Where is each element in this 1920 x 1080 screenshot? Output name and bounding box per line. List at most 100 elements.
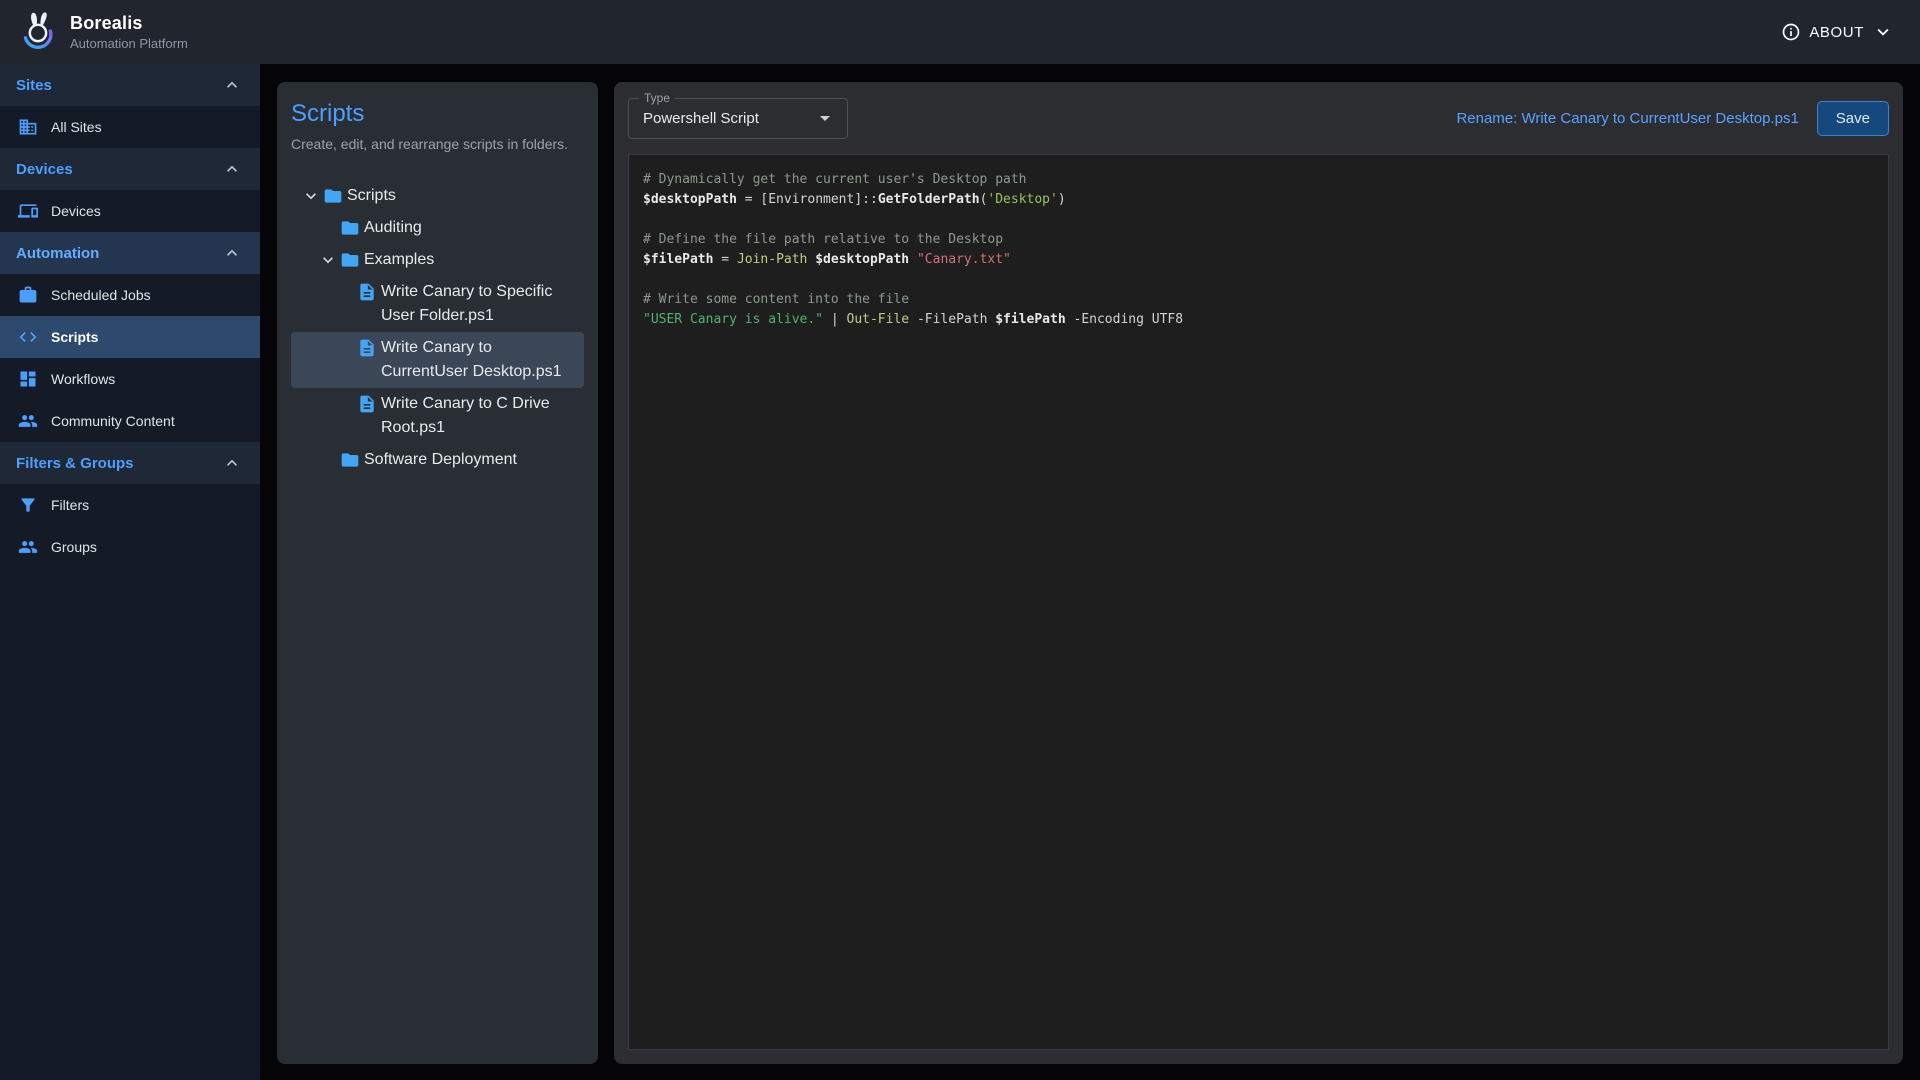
code-editor[interactable]: # Dynamically get the current user's Des…	[628, 154, 1889, 1050]
editor-panel: Type Powershell Script Rename: Write Can…	[614, 82, 1903, 1064]
chevron-down-icon	[1872, 21, 1894, 43]
sidebar-item-community-content[interactable]: Community Content	[0, 400, 260, 442]
info-icon	[1781, 22, 1801, 42]
tree-item-label: Auditing	[364, 216, 422, 240]
chevron-down-icon	[318, 250, 338, 270]
file-icon-wrap	[355, 280, 381, 302]
tree-item-label: Write Canary to CurrentUser Desktop.ps1	[381, 336, 580, 384]
tree-file-write-canary-to-specific-user-folder-ps1[interactable]: Write Canary to Specific User Folder.ps1	[291, 276, 584, 332]
folder-icon	[340, 250, 360, 270]
scheduled-jobs-icon	[18, 285, 38, 305]
tree-folder-examples[interactable]: Examples	[291, 244, 584, 276]
sidebar-item-all-sites[interactable]: All Sites	[0, 106, 260, 148]
tree-item-label: Write Canary to C Drive Root.ps1	[381, 392, 580, 440]
tree-indent	[295, 184, 321, 206]
sidebar-item-label: Devices	[51, 203, 101, 219]
sidebar-item-label: Filters	[51, 497, 89, 513]
all-sites-icon	[18, 117, 38, 137]
file-icon-wrap	[355, 336, 381, 358]
scripts-explorer-panel: Scripts Create, edit, and rearrange scri…	[277, 82, 598, 1064]
chevron-up-icon	[222, 243, 242, 263]
scripts-tree: Scripts Auditing Examples Write Canary to S…	[291, 180, 584, 476]
chevron-down-icon	[301, 186, 321, 206]
rename-link[interactable]: Rename: Write Canary to CurrentUser Desk…	[1456, 110, 1798, 127]
sidebar-item-label: Scheduled Jobs	[51, 287, 151, 303]
sidebar-item-groups[interactable]: Groups	[0, 526, 260, 568]
tree-file-write-canary-to-currentuser-desktop-ps1[interactable]: Write Canary to CurrentUser Desktop.ps1	[291, 332, 584, 388]
folder-icon	[340, 218, 360, 238]
tree-item-label: Write Canary to Specific User Folder.ps1	[381, 280, 580, 328]
borealis-logo-icon	[14, 9, 60, 55]
tree-folder-software-deployment[interactable]: Software Deployment	[291, 444, 584, 476]
folder-icon-wrap	[321, 184, 347, 206]
tree-item-label: Software Deployment	[364, 448, 517, 472]
sidebar-item-label: Groups	[51, 539, 97, 555]
chevron-up-icon	[222, 159, 242, 179]
explorer-subtitle: Create, edit, and rearrange scripts in f…	[291, 136, 584, 152]
sidebar-item-scheduled-jobs[interactable]: Scheduled Jobs	[0, 274, 260, 316]
about-menu[interactable]: ABOUT	[1781, 21, 1894, 43]
code-line: # Write some content into the file	[643, 290, 1874, 310]
file-icon-wrap	[355, 392, 381, 414]
folder-icon-wrap	[338, 448, 364, 470]
sidebar-item-devices[interactable]: Devices	[0, 190, 260, 232]
sidebar-item-label: Workflows	[51, 371, 115, 387]
workflows-icon	[18, 369, 38, 389]
editor-header-actions: Rename: Write Canary to CurrentUser Desk…	[1456, 101, 1889, 136]
script-type-select[interactable]: Type Powershell Script	[628, 98, 848, 139]
sidebar-section-filters-groups[interactable]: Filters & Groups	[0, 442, 260, 484]
tree-indent	[295, 248, 338, 270]
file-icon	[357, 338, 377, 358]
sidebar-item-label: All Sites	[51, 119, 102, 135]
editor-header: Type Powershell Script Rename: Write Can…	[628, 94, 1889, 142]
community-content-icon	[18, 411, 38, 431]
code-line	[643, 210, 1874, 230]
code-line: $desktopPath = [Environment]::GetFolderP…	[643, 190, 1874, 210]
folder-icon-wrap	[338, 216, 364, 238]
brand-text: Borealis Automation Platform	[70, 13, 188, 51]
sidebar-item-label: Scripts	[51, 329, 98, 345]
folder-icon	[340, 450, 360, 470]
sidebar-item-label: Community Content	[51, 413, 175, 429]
chevron-up-icon	[222, 453, 242, 473]
filters-icon	[18, 495, 38, 515]
topbar: Borealis Automation Platform ABOUT	[0, 0, 1920, 64]
code-line: # Dynamically get the current user's Des…	[643, 170, 1874, 190]
code-line: # Define the file path relative to the D…	[643, 230, 1874, 250]
sidebar-section-label: Filters & Groups	[16, 455, 134, 472]
groups-icon	[18, 537, 38, 557]
sidebar-section-label: Sites	[16, 77, 52, 94]
devices-icon	[18, 201, 38, 221]
sidebar-section-devices[interactable]: Devices	[0, 148, 260, 190]
code-line: "USER Canary is alive." | Out-File -File…	[643, 310, 1874, 330]
sidebar-item-workflows[interactable]: Workflows	[0, 358, 260, 400]
file-icon	[357, 394, 377, 414]
sidebar-section-label: Devices	[16, 161, 73, 178]
tree-file-write-canary-to-c-drive-root-ps1[interactable]: Write Canary to C Drive Root.ps1	[291, 388, 584, 444]
app-title: Borealis	[70, 13, 188, 34]
save-button[interactable]: Save	[1817, 101, 1889, 136]
tree-folder-auditing[interactable]: Auditing	[291, 212, 584, 244]
sidebar-section-automation[interactable]: Automation	[0, 232, 260, 274]
sidebar-section-sites[interactable]: Sites	[0, 64, 260, 106]
tree-folder-scripts[interactable]: Scripts	[291, 180, 584, 212]
code-line	[643, 270, 1874, 290]
scripts-icon	[18, 327, 38, 347]
sidebar-item-scripts[interactable]: Scripts	[0, 316, 260, 358]
type-label: Type	[639, 91, 675, 105]
brand: Borealis Automation Platform	[14, 9, 188, 55]
file-icon	[357, 282, 377, 302]
folder-icon-wrap	[338, 248, 364, 270]
about-label: ABOUT	[1809, 24, 1864, 41]
sidebar-section-label: Automation	[16, 245, 99, 262]
chevron-up-icon	[222, 75, 242, 95]
tree-item-label: Examples	[364, 248, 434, 272]
code-line: $filePath = Join-Path $desktopPath "Cana…	[643, 250, 1874, 270]
dropdown-arrow-icon	[813, 106, 837, 130]
folder-icon	[323, 186, 343, 206]
app-subtitle: Automation Platform	[70, 36, 188, 51]
type-value: Powershell Script	[643, 110, 813, 127]
tree-item-label: Scripts	[347, 184, 396, 208]
sidebar: Sites All Sites Devices Devices Automation Sc…	[0, 64, 260, 1080]
sidebar-item-filters[interactable]: Filters	[0, 484, 260, 526]
